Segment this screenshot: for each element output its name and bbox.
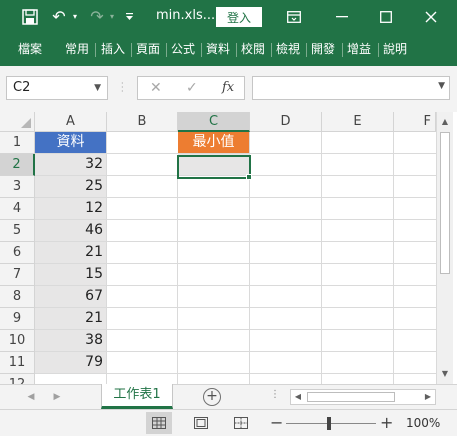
status-bar: − + 100% bbox=[0, 409, 457, 436]
tab-home[interactable]: 常用 bbox=[65, 33, 89, 66]
tab-separator bbox=[166, 43, 167, 57]
insert-function-icon[interactable]: fx bbox=[222, 77, 234, 99]
name-box-value: C2 bbox=[13, 80, 31, 95]
redo-dropdown-icon[interactable]: ▾ bbox=[107, 0, 117, 33]
zoom-slider[interactable] bbox=[286, 423, 376, 424]
gridlines bbox=[106, 132, 436, 384]
ribbon-tabs: 檔案 常用 插入 頁面 公式 資料 校閱 檢視 開發 增益 說明 › bbox=[0, 33, 457, 89]
scroll-left-icon[interactable]: ◀ bbox=[291, 390, 305, 404]
tab-separator bbox=[131, 43, 132, 57]
tab-file[interactable]: 檔案 bbox=[18, 33, 42, 66]
vertical-scrollbar[interactable]: ▲ ▼ bbox=[436, 112, 453, 384]
tab-add-ins[interactable]: 增益 bbox=[347, 33, 377, 66]
tab-developer[interactable]: 開發 bbox=[311, 33, 341, 66]
drag-handle-icon[interactable]: · · · bbox=[121, 80, 127, 96]
sheet-prev-icon[interactable]: ◀ bbox=[24, 385, 38, 409]
sheet-tab-bar: ◀ ▶ 工作表1 + ⋮ ◀ ▶ bbox=[0, 384, 457, 409]
close-icon[interactable] bbox=[416, 0, 446, 33]
tab-formulas[interactable]: 公式 bbox=[171, 33, 195, 66]
zoom-out-icon[interactable]: − bbox=[270, 413, 283, 432]
excel-window: ↶ ▾ ↷ ▾ min.xls... 登入 檔案 常用 插入 頁面 公式 資料 bbox=[0, 0, 457, 436]
name-box[interactable]: C2 ▼ bbox=[6, 76, 108, 100]
fill-handle[interactable] bbox=[246, 174, 252, 180]
tab-separator bbox=[201, 43, 202, 57]
tab-separator bbox=[236, 43, 237, 57]
tab-separator bbox=[378, 43, 379, 57]
minimize-icon[interactable] bbox=[332, 0, 352, 33]
customize-toolbar-icon[interactable] bbox=[122, 0, 136, 33]
active-cell-border bbox=[177, 155, 251, 179]
formula-bar-area: C2 ▼ · · · ✕ ✓ fx ▼ bbox=[0, 66, 457, 112]
h-scroll-thumb[interactable] bbox=[307, 392, 395, 402]
formula-buttons: ✕ ✓ fx bbox=[137, 76, 245, 100]
sheet-tab-1[interactable]: 工作表1 bbox=[101, 384, 173, 409]
undo-dropdown-icon[interactable]: ▾ bbox=[70, 0, 80, 33]
ribbon-display-options-icon[interactable] bbox=[283, 0, 305, 33]
expand-formula-bar-icon[interactable]: ▼ bbox=[438, 81, 445, 91]
cancel-icon[interactable]: ✕ bbox=[150, 77, 162, 99]
page-break-view-icon[interactable] bbox=[228, 412, 254, 434]
tab-separator bbox=[271, 43, 272, 57]
formula-input[interactable]: ▼ bbox=[252, 76, 450, 100]
file-name: min.xls... bbox=[156, 8, 216, 23]
maximize-icon[interactable] bbox=[374, 0, 398, 33]
enter-icon[interactable]: ✓ bbox=[186, 77, 198, 99]
title-bar: ↶ ▾ ↷ ▾ min.xls... 登入 bbox=[0, 0, 457, 33]
tab-help[interactable]: 說明 bbox=[383, 33, 407, 66]
sheet-next-icon[interactable]: ▶ bbox=[50, 385, 64, 409]
tab-view[interactable]: 檢視 bbox=[276, 33, 300, 66]
tab-insert[interactable]: 插入 bbox=[101, 33, 125, 66]
undo-icon[interactable]: ↶ bbox=[48, 0, 70, 33]
scroll-right-icon[interactable]: ▶ bbox=[421, 390, 435, 404]
zoom-slider-thumb[interactable] bbox=[327, 417, 331, 430]
page-layout-view-icon[interactable] bbox=[188, 412, 214, 434]
tab-separator bbox=[342, 43, 343, 57]
tab-separator bbox=[306, 43, 307, 57]
tab-data[interactable]: 資料 bbox=[206, 33, 230, 66]
tab-page-layout[interactable]: 頁面 bbox=[136, 33, 165, 66]
worksheet-grid[interactable]: A B C D E F 1 2 3 4 5 6 7 8 9 10 11 12 資… bbox=[0, 112, 457, 384]
chevron-down-icon[interactable]: ▼ bbox=[94, 77, 101, 99]
zoom-in-icon[interactable]: + bbox=[380, 413, 393, 432]
scroll-down-icon[interactable]: ▼ bbox=[437, 366, 453, 382]
redo-icon[interactable]: ↷ bbox=[86, 0, 108, 33]
scroll-thumb[interactable] bbox=[440, 132, 450, 274]
scroll-up-icon[interactable]: ▲ bbox=[437, 114, 453, 130]
split-handle-icon[interactable]: ⋮ bbox=[270, 389, 281, 400]
sign-in-button[interactable]: 登入 bbox=[216, 7, 262, 27]
tab-review[interactable]: 校閱 bbox=[241, 33, 265, 66]
zoom-level[interactable]: 100% bbox=[406, 416, 440, 430]
add-sheet-icon[interactable]: + bbox=[203, 388, 221, 406]
horizontal-scrollbar[interactable]: ◀ ▶ bbox=[290, 389, 436, 405]
tab-separator bbox=[95, 43, 96, 57]
save-icon[interactable] bbox=[18, 0, 42, 33]
normal-view-icon[interactable] bbox=[146, 412, 172, 434]
